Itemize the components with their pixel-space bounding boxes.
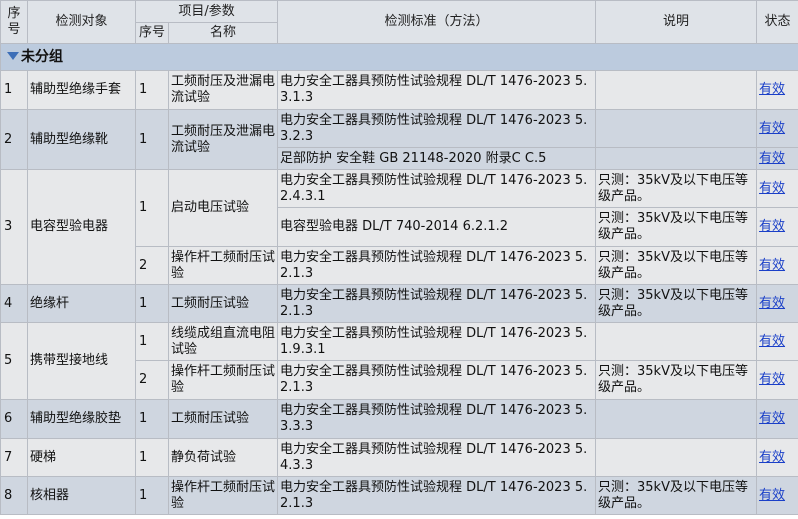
param-seq: 1 xyxy=(135,476,169,515)
param-name: 线缆成组直流电阻试验 xyxy=(167,322,279,361)
standard-cell: 电力安全工器具预防性试验规程 DL/T 1476-2023 5.2.1.3 xyxy=(277,246,597,285)
param-name: 工频耐压试验 xyxy=(167,284,279,323)
note-cell xyxy=(595,438,758,477)
row-object: 硬梯 xyxy=(27,438,136,477)
collapse-triangle-icon[interactable] xyxy=(7,52,19,60)
note-cell: 只测：35kV及以下电压等级产品。 xyxy=(595,284,758,323)
param-name: 操作杆工频耐压试验 xyxy=(167,246,279,285)
row-seq: 6 xyxy=(0,399,28,439)
header-seq: 序号 xyxy=(0,0,28,44)
note-cell xyxy=(595,399,758,439)
header-item-name: 名称 xyxy=(167,22,279,44)
row-object: 核相器 xyxy=(27,476,136,515)
status-link[interactable]: 有效 xyxy=(759,121,785,136)
row-seq: 5 xyxy=(0,322,28,400)
table-row: 1 辅助型绝缘手套 1 工频耐压及泄漏电流试验 电力安全工器具预防性试验规程 D… xyxy=(0,70,798,110)
param-seq: 1 xyxy=(135,70,169,110)
standard-cell: 足部防护 安全鞋 GB 21148-2020 附录C C.5 xyxy=(277,147,597,170)
param-seq: 2 xyxy=(135,360,169,400)
param-seq: 2 xyxy=(135,246,169,285)
standard-cell: 电力安全工器具预防性试验规程 DL/T 1476-2023 5.3.1.3 xyxy=(277,70,597,110)
row-object: 辅助型绝缘胶垫 xyxy=(27,399,136,439)
header-standard: 检测标准（方法） xyxy=(277,0,597,44)
note-cell: 只测：35kV及以下电压等级产品。 xyxy=(595,360,758,400)
status-link[interactable]: 有效 xyxy=(759,296,785,311)
status-link[interactable]: 有效 xyxy=(759,334,785,349)
param-seq: 1 xyxy=(135,322,169,361)
param-seq: 1 xyxy=(135,399,169,439)
param-seq: 1 xyxy=(135,284,169,323)
param-seq: 1 xyxy=(135,438,169,477)
standard-cell: 电力安全工器具预防性试验规程 DL/T 1476-2023 5.2.1.3 xyxy=(277,360,597,400)
header-object: 检测对象 xyxy=(27,0,136,44)
header-note: 说明 xyxy=(595,0,758,44)
param-name: 工频耐压及泄漏电流试验 xyxy=(167,70,279,110)
note-cell: 只测：35kV及以下电压等级产品。 xyxy=(595,476,758,515)
param-seq: 1 xyxy=(135,169,169,247)
group-row[interactable]: 未分组 xyxy=(0,43,798,71)
header-item-group: 项目/参数 xyxy=(134,0,279,23)
status-link[interactable]: 有效 xyxy=(759,488,785,503)
table-row: 5 携带型接地线 1 线缆成组直流电阻试验 电力安全工器具预防性试验规程 DL/… xyxy=(0,322,798,400)
standard-cell: 电力安全工器具预防性试验规程 DL/T 1476-2023 5.1.9.3.1 xyxy=(277,322,597,361)
status-link[interactable]: 有效 xyxy=(759,372,785,387)
param-name: 启动电压试验 xyxy=(167,169,279,247)
status-link[interactable]: 有效 xyxy=(759,450,785,465)
param-name: 操作杆工频耐压试验 xyxy=(167,360,279,400)
row-seq: 1 xyxy=(0,70,28,110)
row-object: 辅助型绝缘手套 xyxy=(27,70,136,110)
table-row: 8 核相器 1 操作杆工频耐压试验 电力安全工器具预防性试验规程 DL/T 14… xyxy=(0,476,798,515)
note-cell xyxy=(595,109,758,148)
row-seq: 8 xyxy=(0,476,28,515)
standard-cell: 电力安全工器具预防性试验规程 DL/T 1476-2023 5.2.4.3.1 xyxy=(277,169,597,208)
param-seq: 1 xyxy=(135,109,169,170)
standard-cell: 电力安全工器具预防性试验规程 DL/T 1476-2023 5.4.3.3 xyxy=(277,438,597,477)
param-name: 工频耐压试验 xyxy=(167,399,279,439)
row-seq: 2 xyxy=(0,109,28,170)
status-link[interactable]: 有效 xyxy=(759,82,785,97)
standard-cell: 电力安全工器具预防性试验规程 DL/T 1476-2023 5.3.2.3 xyxy=(277,109,597,148)
row-object: 电容型验电器 xyxy=(27,169,136,285)
note-cell: 只测：35kV及以下电压等级产品。 xyxy=(595,169,758,208)
status-link[interactable]: 有效 xyxy=(759,219,785,234)
note-cell xyxy=(595,70,758,110)
row-object: 绝缘杆 xyxy=(27,284,136,323)
param-name: 静负荷试验 xyxy=(167,438,279,477)
row-object: 携带型接地线 xyxy=(27,322,136,400)
detection-table: 序号 检测对象 项目/参数 检测标准（方法） 说明 状态 序号 名称 未分组 1… xyxy=(0,0,798,515)
header-item-seq: 序号 xyxy=(135,22,169,44)
group-label: 未分组 xyxy=(21,49,63,65)
standard-cell: 电容型验电器 DL/T 740-2014 6.2.1.2 xyxy=(277,207,597,247)
param-name: 工频耐压及泄漏电流试验 xyxy=(167,109,279,170)
param-name: 操作杆工频耐压试验 xyxy=(167,476,279,515)
row-seq: 7 xyxy=(0,438,28,477)
standard-cell: 电力安全工器具预防性试验规程 DL/T 1476-2023 5.2.1.3 xyxy=(277,284,597,323)
standard-cell: 电力安全工器具预防性试验规程 DL/T 1476-2023 5.2.1.3 xyxy=(277,476,597,515)
status-link[interactable]: 有效 xyxy=(759,258,785,273)
table-row: 2 辅助型绝缘靴 1 工频耐压及泄漏电流试验 电力安全工器具预防性试验规程 DL… xyxy=(0,109,798,170)
row-seq: 4 xyxy=(0,284,28,323)
note-cell xyxy=(595,147,758,170)
table-row: 6 辅助型绝缘胶垫 1 工频耐压试验 电力安全工器具预防性试验规程 DL/T 1… xyxy=(0,399,798,439)
table-row: 7 硬梯 1 静负荷试验 电力安全工器具预防性试验规程 DL/T 1476-20… xyxy=(0,438,798,477)
status-link[interactable]: 有效 xyxy=(759,181,785,196)
table-row: 3 电容型验电器 1 启动电压试验 电力安全工器具预防性试验规程 DL/T 14… xyxy=(0,169,798,285)
status-link[interactable]: 有效 xyxy=(759,411,785,426)
note-cell: 只测：35kV及以下电压等级产品。 xyxy=(595,207,758,247)
table-row: 4 绝缘杆 1 工频耐压试验 电力安全工器具预防性试验规程 DL/T 1476-… xyxy=(0,284,798,323)
status-link[interactable]: 有效 xyxy=(759,151,785,166)
header-status: 状态 xyxy=(756,0,798,44)
row-seq: 3 xyxy=(0,169,28,285)
standard-cell: 电力安全工器具预防性试验规程 DL/T 1476-2023 5.3.3.3 xyxy=(277,399,597,439)
note-cell: 只测：35kV及以下电压等级产品。 xyxy=(595,246,758,285)
note-cell xyxy=(595,322,758,361)
row-object: 辅助型绝缘靴 xyxy=(27,109,136,170)
